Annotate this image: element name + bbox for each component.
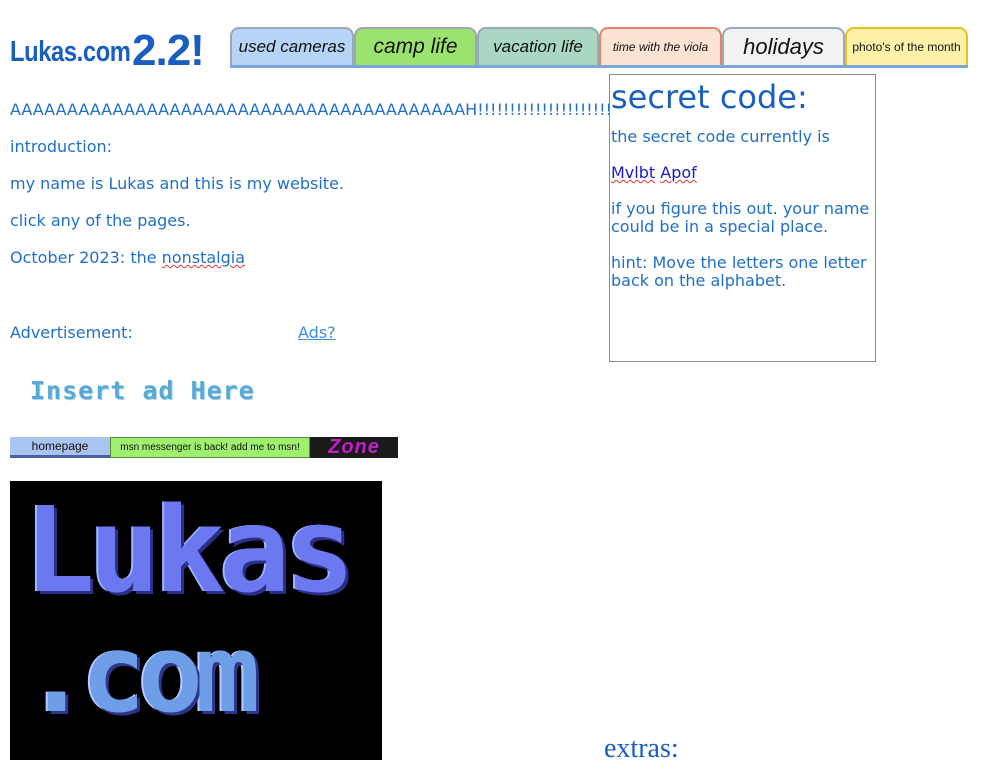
- ads-link[interactable]: Ads?: [298, 323, 336, 342]
- logo-image-line1: Lukas: [24, 481, 355, 619]
- secret-code-figure-text: if you figure this out. your name could …: [611, 199, 870, 236]
- msn-messenger-button[interactable]: msn messenger is back! add me to msn!: [110, 437, 310, 458]
- button-strip: homepage msn messenger is back! add me t…: [10, 436, 398, 458]
- intro-text: my name is Lukas and this is my website.: [10, 174, 344, 193]
- secret-code-title: secret code:: [611, 78, 808, 116]
- tab-photos-of-the-month[interactable]: photo's of the month: [845, 27, 968, 68]
- extras-heading: extras:: [604, 733, 679, 764]
- secret-code-value: Mvlbt Apof: [611, 164, 875, 182]
- nonstalgia-link[interactable]: nonstalgia: [162, 248, 245, 267]
- secret-code-box: secret code: the secret code currently i…: [609, 74, 876, 362]
- tab-vacation-life[interactable]: vacation life: [477, 27, 599, 68]
- click-text: click any of the pages.: [10, 211, 191, 230]
- news-line: October 2023: the nonstalgia: [10, 248, 612, 267]
- lukas-com-logo-image: Lukas .com: [10, 481, 382, 760]
- logo-name: Lukas.com: [10, 36, 131, 68]
- secret-code-hint: hint: Move the letters one letter back o…: [611, 253, 867, 290]
- intro-heading: introduction:: [10, 137, 113, 156]
- secret-code-intro: the secret code currently is: [611, 127, 830, 146]
- tab-camp-life[interactable]: camp life: [354, 27, 477, 68]
- tab-used-cameras[interactable]: used cameras: [230, 27, 354, 68]
- main-content: AAAAAAAAAAAAAAAAAAAAAAAAAAAAAAAAAAAAAAAA…: [10, 100, 612, 285]
- homepage-button[interactable]: homepage: [10, 437, 110, 458]
- logo-version: 2.2!: [132, 26, 205, 75]
- tab-holidays[interactable]: holidays: [722, 27, 845, 68]
- tab-time-with-the-viola[interactable]: time with the viola: [599, 27, 722, 68]
- logo-image-line2: .com: [24, 612, 260, 737]
- secret-code-word1: Mvlbt: [611, 163, 656, 182]
- secret-code-word2: Apof: [660, 163, 697, 182]
- advertisement-label: Advertisement:: [10, 323, 133, 342]
- news-prefix: October 2023: the: [10, 248, 162, 267]
- scream-text: AAAAAAAAAAAAAAAAAAAAAAAAAAAAAAAAAAAAAAAA…: [10, 100, 612, 119]
- insert-ad-banner[interactable]: Insert ad Here: [30, 376, 255, 405]
- zone-button[interactable]: Zone: [310, 436, 398, 458]
